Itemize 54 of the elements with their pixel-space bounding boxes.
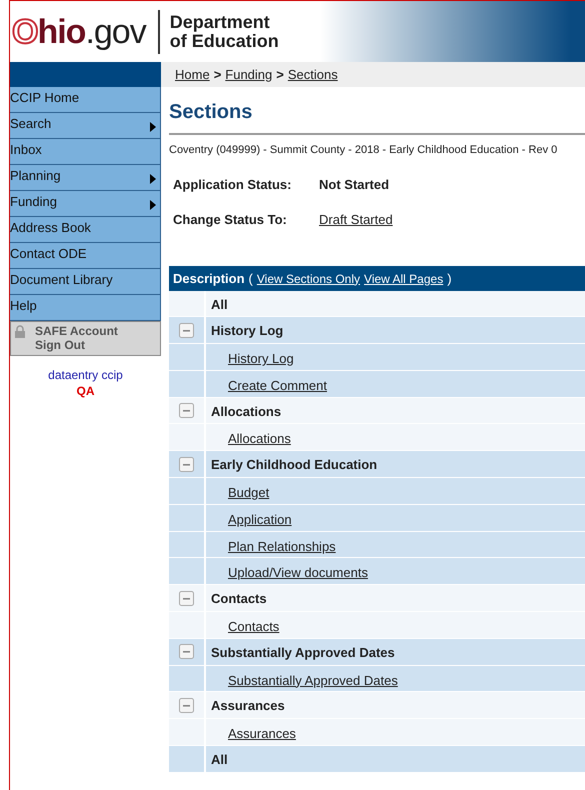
row-label: Assurances bbox=[210, 697, 285, 716]
row-label: History Log bbox=[210, 322, 284, 340]
site-logo[interactable]: Ohio.gov bbox=[12, 14, 146, 48]
page-link[interactable]: Contacts bbox=[228, 619, 280, 634]
status-link[interactable]: Draft Started bbox=[319, 210, 393, 230]
page-title: Sections bbox=[169, 100, 254, 125]
sidebar-item[interactable]: Help bbox=[10, 295, 161, 321]
page-link[interactable]: Create Comment bbox=[228, 378, 327, 393]
user-name: dataentry ccip bbox=[47, 369, 124, 382]
collapse-icon[interactable] bbox=[179, 322, 194, 338]
environment-label: QA bbox=[76, 383, 96, 400]
column-heading: Description bbox=[173, 270, 245, 286]
sidebar-item[interactable]: CCIP Home bbox=[10, 87, 161, 113]
parenthesis: ( bbox=[248, 270, 253, 286]
row-label: Contacts bbox=[210, 590, 267, 608]
breadcrumb-link[interactable]: Home bbox=[175, 67, 210, 82]
collapse-icon[interactable] bbox=[179, 698, 194, 713]
department-name: Department of Education bbox=[170, 12, 279, 50]
lock-icon bbox=[15, 325, 25, 338]
breadcrumb-separator: > bbox=[214, 67, 222, 82]
sidebar-item[interactable]: Inbox bbox=[10, 139, 161, 165]
page-link[interactable]: Plan Relationships bbox=[228, 538, 336, 554]
sidebar-item[interactable]: Planning bbox=[10, 165, 161, 191]
collapse-icon[interactable] bbox=[179, 403, 194, 418]
breadcrumb-link[interactable]: Funding bbox=[225, 67, 272, 82]
header-link[interactable]: View Sections Only bbox=[256, 272, 360, 286]
row-label: All bbox=[210, 751, 228, 770]
page-link[interactable]: Budget bbox=[228, 485, 270, 500]
sidebar-item[interactable]: Search bbox=[10, 113, 161, 139]
breadcrumb-separator: > bbox=[276, 67, 284, 82]
page-link[interactable]: Assurances bbox=[228, 726, 296, 742]
sidebar-item[interactable]: Contact ODE bbox=[10, 243, 161, 269]
collapse-icon[interactable] bbox=[179, 456, 194, 472]
parenthesis: ) bbox=[447, 270, 452, 286]
sidebar-item[interactable]: Funding bbox=[10, 191, 161, 217]
status-label: Application Status: bbox=[173, 176, 292, 194]
page-link[interactable]: Allocations bbox=[228, 431, 291, 446]
row-label: All bbox=[210, 296, 228, 314]
collapse-icon[interactable] bbox=[179, 644, 194, 660]
sign-out-button[interactable]: SAFE Account Sign Out bbox=[10, 321, 161, 356]
page-link[interactable]: Upload/View documents bbox=[228, 565, 368, 580]
sidebar-item[interactable]: Document Library bbox=[10, 269, 161, 295]
row-label: Early Childhood Education bbox=[210, 456, 378, 474]
breadcrumb-link[interactable]: Sections bbox=[288, 67, 338, 82]
page-link[interactable]: Application bbox=[228, 512, 292, 527]
header-link[interactable]: View All Pages bbox=[364, 272, 444, 286]
context-line: Coventry (049999) - Summit County - 2018 - Early Childhood Education - Rev 0 bbox=[169, 133, 585, 158]
collapse-icon[interactable] bbox=[179, 590, 194, 606]
page-link[interactable]: History Log bbox=[228, 351, 294, 366]
status-label: Change Status To: bbox=[173, 211, 288, 229]
row-label: Allocations bbox=[210, 402, 282, 421]
status-value: Not Started bbox=[319, 176, 390, 194]
sidebar-item[interactable]: Address Book bbox=[10, 217, 161, 243]
row-label: Substantially Approved Dates bbox=[210, 644, 395, 662]
